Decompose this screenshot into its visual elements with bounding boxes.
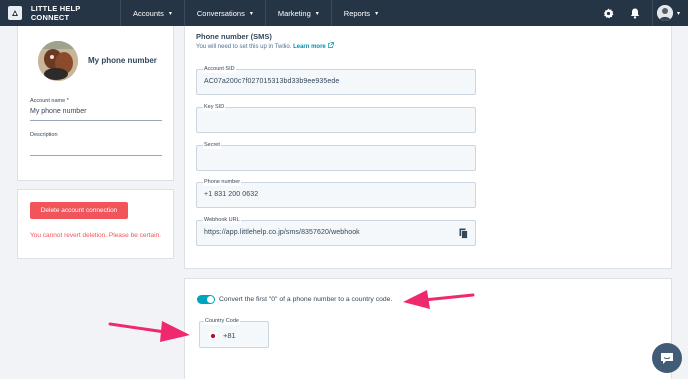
nav-right: ▾ xyxy=(596,0,688,26)
annotation-arrow-left xyxy=(403,290,475,309)
chat-icon xyxy=(661,352,673,364)
webhook-url-label: Webhook URL xyxy=(203,217,241,224)
key-sid-label: Key SID xyxy=(203,104,226,111)
sms-settings-card: Phone number (SMS) You will need to set … xyxy=(184,26,672,269)
chevron-down-icon[interactable]: ▾ xyxy=(677,10,680,17)
phone-number-label: Phone number xyxy=(203,179,242,186)
description-label: Description xyxy=(30,132,58,138)
user-avatar[interactable] xyxy=(656,5,673,21)
account-name-label: Account name * xyxy=(30,98,69,104)
phone-number-field[interactable]: Phone number +1 831 200 0632 xyxy=(196,179,476,208)
webhook-url-field[interactable]: Webhook URL https://app.littlehelp.co.jp… xyxy=(196,217,476,246)
chevron-down-icon: ▾ xyxy=(315,10,319,17)
japan-flag-icon xyxy=(208,332,217,339)
sms-section-title: Phone number (SMS) xyxy=(196,32,272,41)
description-input[interactable] xyxy=(30,142,162,153)
phone-number-value: +1 831 200 0632 xyxy=(204,191,259,198)
menu-accounts-label: Accounts xyxy=(133,8,164,18)
danger-zone-card: Delete account connection You cannot rev… xyxy=(17,189,174,259)
brand[interactable]: LITTLE HELP CONNECT xyxy=(0,0,121,26)
account-sid-label: Account SID xyxy=(203,66,236,73)
menu-reports[interactable]: Reports ▾ xyxy=(332,0,390,26)
brand-name: LITTLE HELP CONNECT xyxy=(30,4,81,22)
gear-icon[interactable] xyxy=(596,0,622,26)
menu-marketing[interactable]: Marketing ▾ xyxy=(266,0,332,26)
menu-conversations[interactable]: Conversations ▾ xyxy=(185,0,266,26)
copy-icon[interactable] xyxy=(459,228,468,239)
secret-label: Secret xyxy=(203,142,221,149)
convert-country-code-label: Convert the first "0" of a phone number … xyxy=(219,296,393,303)
account-display-name: My phone number xyxy=(88,56,157,65)
learn-more-link[interactable]: Learn more xyxy=(293,44,326,50)
menu-marketing-label: Marketing xyxy=(277,8,311,18)
chevron-down-icon: ▾ xyxy=(375,10,379,17)
chevron-down-icon: ▾ xyxy=(249,10,253,17)
country-code-value: +81 xyxy=(223,331,236,340)
chat-widget-button[interactable] xyxy=(652,343,682,373)
description-underline xyxy=(30,155,162,156)
bell-icon[interactable] xyxy=(622,0,648,26)
external-link-icon xyxy=(328,42,335,48)
brand-logo-icon xyxy=(8,6,22,20)
menu-reports-label: Reports xyxy=(343,8,371,18)
country-code-select[interactable]: Country Code +81 xyxy=(199,318,269,348)
account-avatar[interactable] xyxy=(38,41,78,81)
menu-accounts[interactable]: Accounts ▾ xyxy=(121,0,185,26)
secret-field[interactable]: Secret xyxy=(196,142,476,171)
account-name-underline xyxy=(30,120,162,121)
main-menu: Accounts ▾ Conversations ▾ Marketing ▾ R… xyxy=(121,0,390,26)
sms-subtitle-text: You will need to set this up in Twilio. xyxy=(196,44,292,50)
account-sid-field[interactable]: Account SID AC07a200c7f027015313bd33b9ee… xyxy=(196,66,476,95)
chevron-down-icon: ▾ xyxy=(168,10,172,17)
sms-section-subtitle: You will need to set this up in Twilio. … xyxy=(196,42,335,50)
convert-country-code-toggle[interactable] xyxy=(197,295,215,304)
account-sid-value: AC07a200c7f027015313bd33b9ee935ede xyxy=(204,78,340,85)
key-sid-field[interactable]: Key SID xyxy=(196,104,476,133)
deletion-warning: You cannot revert deletion. Please be ce… xyxy=(30,232,161,239)
country-code-label: Country Code xyxy=(204,318,240,325)
annotation-arrow-right xyxy=(108,321,190,342)
profile-card: My phone number Account name * My phone … xyxy=(17,26,174,181)
top-nav: LITTLE HELP CONNECT Accounts ▾ Conversat… xyxy=(0,0,688,26)
menu-conversations-label: Conversations xyxy=(196,8,245,18)
account-name-input[interactable]: My phone number xyxy=(30,108,86,115)
webhook-url-value: https://app.littlehelp.co.jp/sms/8357620… xyxy=(204,229,360,236)
delete-account-button[interactable]: Delete account connection xyxy=(30,202,128,219)
nav-divider xyxy=(651,0,653,26)
